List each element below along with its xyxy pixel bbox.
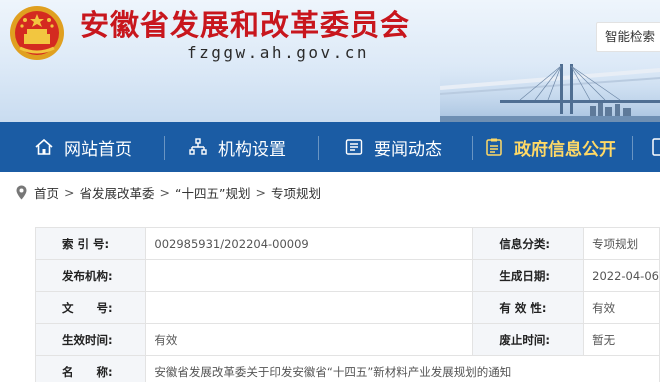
document-info-table: 索 引 号: 002985931/202204-00009 信息分类: 专项规划…: [34, 227, 660, 382]
breadcrumb-home-link[interactable]: 首页: [34, 183, 59, 202]
home-icon: [35, 138, 53, 155]
nav-label-organization: 机构设置: [218, 139, 286, 160]
nav-item-info-disclosure[interactable]: 政府信息公开: [484, 122, 616, 172]
publisher-value: [145, 259, 474, 292]
nav-label-home: 网站首页: [64, 139, 132, 160]
index-number-value: 002985931/202204-00009: [145, 227, 474, 260]
site-domain: fzggw.ah.gov.cn: [187, 43, 369, 62]
category-value: 专项规划: [583, 227, 660, 260]
document-number-value: [145, 291, 474, 324]
main-nav: 网站首页 机构设置 要闻动态 政府信息公开: [0, 122, 660, 172]
more-nav-icon[interactable]: [652, 137, 660, 157]
location-pin-icon: [16, 185, 27, 199]
breadcrumb-special-plan-link[interactable]: 专项规划: [271, 183, 321, 202]
created-date-label: 生成日期:: [472, 259, 585, 292]
nav-item-organization[interactable]: 机构设置: [188, 122, 286, 172]
table-row: 发布机构: 生成日期: 2022-04-06: [34, 259, 660, 292]
breadcrumb-commission-link[interactable]: 省发展改革委: [80, 183, 155, 202]
table-row: 文 号: 有 效 性: 有效: [34, 291, 660, 324]
breadcrumb-separator: >: [64, 184, 75, 200]
created-date-value: 2022-04-06: [583, 259, 660, 292]
smart-search-button[interactable]: 智能检索: [596, 22, 660, 52]
nav-divider: [318, 136, 319, 160]
nav-divider: [472, 136, 473, 160]
effective-date-value: 有效: [145, 323, 474, 356]
repeal-date-value: 暂无: [583, 323, 660, 356]
table-row: 索 引 号: 002985931/202204-00009 信息分类: 专项规划: [34, 227, 660, 260]
header-banner: 安徽省发展和改革委员会 fzggw.ah.gov.cn 智能检索: [0, 0, 660, 122]
document-name-label: 名 称:: [34, 355, 147, 382]
breadcrumb-plan-link[interactable]: “十四五”规划: [175, 183, 250, 202]
table-row: 生效时间: 有效 废止时间: 暂无: [34, 323, 660, 356]
repeal-date-label: 废止时间:: [472, 323, 585, 356]
validity-label: 有 效 性:: [472, 291, 585, 324]
category-label: 信息分类:: [472, 227, 585, 260]
index-number-label: 索 引 号:: [34, 227, 147, 260]
info-disclosure-icon: [486, 138, 502, 156]
news-icon: [345, 139, 363, 155]
breadcrumb-separator: >: [255, 184, 266, 200]
nav-divider: [632, 136, 633, 160]
breadcrumb: 首页 > 省发展改革委 > “十四五”规划 > 专项规划: [16, 182, 321, 202]
nav-item-home[interactable]: 网站首页: [34, 122, 132, 172]
validity-value: 有效: [583, 291, 660, 324]
nav-label-news: 要闻动态: [374, 139, 442, 160]
effective-date-label: 生效时间:: [34, 323, 147, 356]
nav-label-info-disclosure: 政府信息公开: [514, 139, 616, 160]
site-title[interactable]: 安徽省发展和改革委员会: [80, 2, 410, 44]
table-row: 名 称: 安徽省发展改革委关于印发安徽省“十四五”新材料产业发展规划的通知: [34, 355, 660, 382]
national-emblem-icon: [10, 6, 64, 60]
document-number-label: 文 号:: [34, 291, 147, 324]
breadcrumb-separator: >: [159, 184, 170, 200]
nav-item-news[interactable]: 要闻动态: [344, 122, 442, 172]
nav-divider: [164, 136, 165, 160]
org-chart-icon: [189, 138, 207, 155]
bridge-skyline-illustration: [440, 60, 660, 122]
document-name-value: 安徽省发展改革委关于印发安徽省“十四五”新材料产业发展规划的通知: [145, 355, 660, 382]
publisher-label: 发布机构:: [34, 259, 147, 292]
